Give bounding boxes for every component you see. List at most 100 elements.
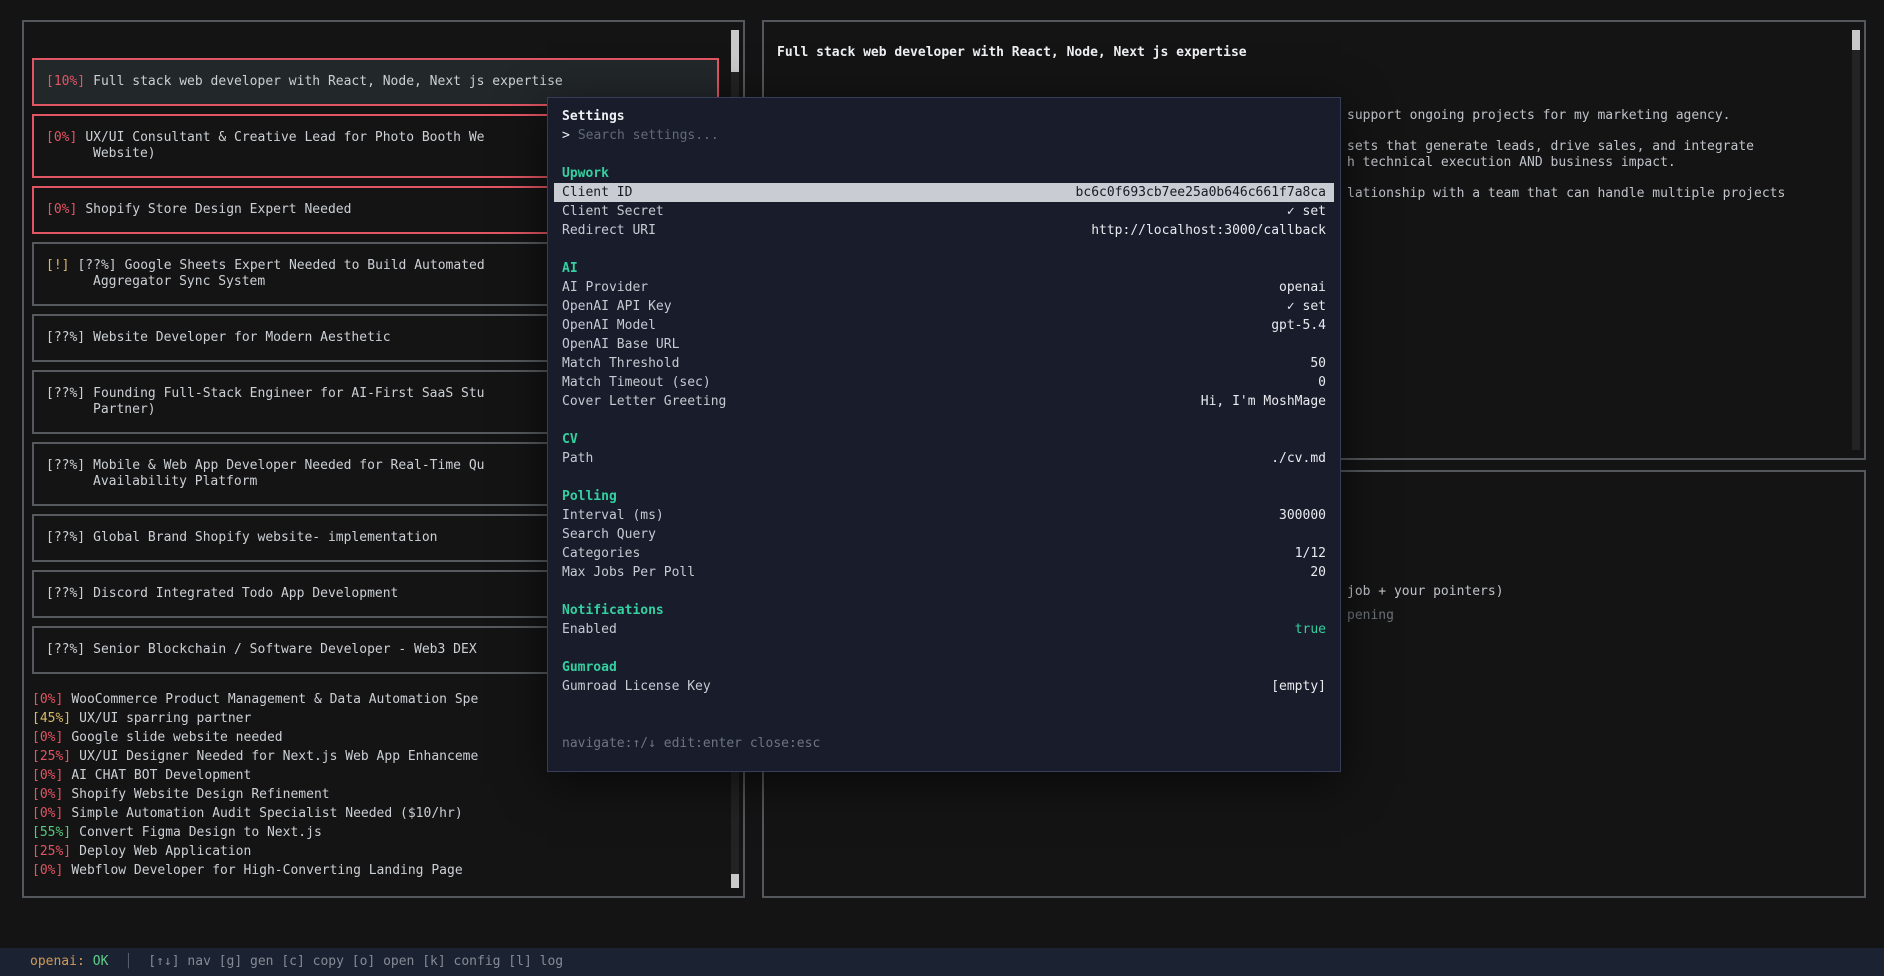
job-title: UX/UI Consultant & Creative Lead for Pho… xyxy=(85,130,484,145)
job-title: Shopify Website Design Refinement xyxy=(71,787,329,802)
job-title: Senior Blockchain / Software Developer -… xyxy=(93,642,477,657)
settings-row-redirect-uri[interactable]: Redirect URI http://localhost:3000/callb… xyxy=(554,221,1334,240)
detail-panel-scrollbar[interactable] xyxy=(1852,30,1860,450)
job-title: AI CHAT BOT Development xyxy=(71,768,251,783)
cover-letter-hint: job + your pointers) pening xyxy=(1347,584,1504,624)
job-list-item[interactable]: [0%] Webflow Developer for High-Convertin… xyxy=(32,861,719,880)
settings-row-cv-path[interactable]: Path ./cv.md xyxy=(554,449,1334,468)
settings-section-cv: CV Path ./cv.md xyxy=(554,430,1334,468)
alert-badge: [!] xyxy=(46,258,69,273)
provider-label: openai: xyxy=(30,954,85,970)
job-title: UX/UI Designer Needed for Next.js Web Ap… xyxy=(79,749,478,764)
match-score-badge: [55%] xyxy=(32,825,71,840)
job-list-item[interactable]: [55%] Convert Figma Design to Next.js xyxy=(32,823,719,842)
settings-section-ai: AI AI Provider openai OpenAI API Key ✓ s… xyxy=(554,259,1334,411)
match-score-badge: [0%] xyxy=(32,692,63,707)
settings-modal-title: Settings xyxy=(554,107,1334,126)
settings-row-openai-base-url[interactable]: OpenAI Base URL xyxy=(554,335,1334,354)
section-header: Upwork xyxy=(554,164,1334,183)
match-score-badge: [0%] xyxy=(32,730,63,745)
match-score-badge: [0%] xyxy=(32,863,63,878)
scrollbar-thumb[interactable] xyxy=(731,30,739,72)
section-header: Polling xyxy=(554,487,1334,506)
job-title: Deploy Web Application xyxy=(79,844,251,859)
settings-search-input[interactable]: > Search settings... xyxy=(554,126,1334,145)
search-prompt-icon: > xyxy=(562,128,570,143)
match-score-badge: [??%] xyxy=(46,386,85,401)
match-score-badge: [25%] xyxy=(32,844,71,859)
job-title: Founding Full-Stack Engineer for AI-Firs… xyxy=(93,386,484,401)
settings-row-client-id[interactable]: Client ID bc6c0f693cb7ee25a0b646c661f7a8… xyxy=(554,183,1334,202)
settings-section-polling: Polling Interval (ms) 300000 Search Quer… xyxy=(554,487,1334,582)
job-title: Google Sheets Expert Needed to Build Aut… xyxy=(125,258,485,273)
job-list-item[interactable]: [0%] Shopify Website Design Refinement xyxy=(32,785,719,804)
job-list-item[interactable]: [0%] Simple Automation Audit Specialist N… xyxy=(32,804,719,823)
description-line: lationship with a team that can handle m… xyxy=(1347,186,1785,202)
job-title: Discord Integrated Todo App Development xyxy=(93,586,398,601)
settings-row-openai-model[interactable]: OpenAI Model gpt-5.4 xyxy=(554,316,1334,335)
settings-row-gumroad-license[interactable]: Gumroad License Key [empty] xyxy=(554,677,1334,696)
match-score-badge: [0%] xyxy=(46,130,77,145)
settings-row-match-threshold[interactable]: Match Threshold 50 xyxy=(554,354,1334,373)
modal-keybind-hints: navigate:↑/↓ edit:enter close:esc xyxy=(554,734,1334,753)
job-title: Convert Figma Design to Next.js xyxy=(79,825,322,840)
cover-hint-line: job + your pointers) xyxy=(1347,584,1504,600)
app-root: [10%] Full stack web developer with React… xyxy=(0,0,1884,976)
match-score-badge: [??%] xyxy=(46,458,85,473)
description-line: sets that generate leads, drive sales, a… xyxy=(1347,139,1785,155)
section-header: AI xyxy=(554,259,1334,278)
match-score-badge: [0%] xyxy=(46,202,77,217)
settings-row-match-timeout[interactable]: Match Timeout (sec) 0 xyxy=(554,373,1334,392)
settings-modal: Settings > Search settings... Upwork Clie… xyxy=(547,97,1341,772)
job-title: Mobile & Web App Developer Needed for Re… xyxy=(93,458,484,473)
provider-status: OK xyxy=(93,954,109,970)
match-score-badge: [0%] xyxy=(32,787,63,802)
settings-row-categories[interactable]: Categories 1/12 xyxy=(554,544,1334,563)
job-title: Website Developer for Modern Aesthetic xyxy=(93,330,390,345)
match-score-badge: [0%] xyxy=(32,806,63,821)
match-score-badge: [0%] xyxy=(32,768,63,783)
match-score-badge: [??%] xyxy=(46,330,85,345)
cover-hint-line: pening xyxy=(1347,608,1504,624)
job-detail-title: Full stack web developer with React, Nod… xyxy=(777,45,1247,61)
settings-row-notifications-enabled[interactable]: Enabled true xyxy=(554,620,1334,639)
settings-section-notifications: Notifications Enabled true xyxy=(554,601,1334,639)
section-header: CV xyxy=(554,430,1334,449)
scrollbar-end-cap[interactable] xyxy=(731,874,739,888)
match-score-badge: [??%] xyxy=(77,258,116,273)
match-score-badge: [??%] xyxy=(46,586,85,601)
settings-row-search-query[interactable]: Search Query xyxy=(554,525,1334,544)
settings-row-interval[interactable]: Interval (ms) 300000 xyxy=(554,506,1334,525)
match-score-badge: [??%] xyxy=(46,530,85,545)
description-line: support ongoing projects for my marketin… xyxy=(1347,108,1785,124)
job-title: Global Brand Shopify website- implementa… xyxy=(93,530,437,545)
search-placeholder: Search settings... xyxy=(578,128,719,143)
job-title: Full stack web developer with React, Nod… xyxy=(93,74,563,89)
settings-section-gumroad: Gumroad Gumroad License Key [empty] xyxy=(554,658,1334,696)
settings-row-max-jobs[interactable]: Max Jobs Per Poll 20 xyxy=(554,563,1334,582)
scrollbar-thumb[interactable] xyxy=(1852,30,1860,50)
statusbar-keybind-hints: [↑↓] nav [g] gen [c] copy [o] open [k] c… xyxy=(148,954,563,970)
settings-row-openai-api-key[interactable]: OpenAI API Key ✓ set xyxy=(554,297,1334,316)
settings-section-upwork: Upwork Client ID bc6c0f693cb7ee25a0b646c… xyxy=(554,164,1334,240)
settings-row-ai-provider[interactable]: AI Provider openai xyxy=(554,278,1334,297)
match-score-badge: [25%] xyxy=(32,749,71,764)
section-header: Gumroad xyxy=(554,658,1334,677)
status-bar: openai: OK │ [↑↓] nav [g] gen [c] copy [… xyxy=(0,948,1884,976)
status-separator: │ xyxy=(124,954,132,970)
job-title: Shopify Store Design Expert Needed xyxy=(85,202,351,217)
job-description: support ongoing projects for my marketin… xyxy=(1347,108,1785,202)
match-score-badge: [45%] xyxy=(32,711,71,726)
section-header: Notifications xyxy=(554,601,1334,620)
settings-row-client-secret[interactable]: Client Secret ✓ set xyxy=(554,202,1334,221)
job-title: UX/UI sparring partner xyxy=(79,711,251,726)
job-list-item[interactable]: [25%] Deploy Web Application xyxy=(32,842,719,861)
match-score-badge: [10%] xyxy=(46,74,85,89)
description-line: h technical execution AND business impac… xyxy=(1347,155,1785,171)
job-title: Simple Automation Audit Specialist Neede… xyxy=(71,806,462,821)
settings-row-cover-letter-greeting[interactable]: Cover Letter Greeting Hi, I'm MoshMage xyxy=(554,392,1334,411)
job-title: Google slide website needed xyxy=(71,730,282,745)
job-title: Webflow Developer for High-Converting La… xyxy=(71,863,462,878)
match-score-badge: [??%] xyxy=(46,642,85,657)
job-title: WooCommerce Product Management & Data Au… xyxy=(71,692,478,707)
